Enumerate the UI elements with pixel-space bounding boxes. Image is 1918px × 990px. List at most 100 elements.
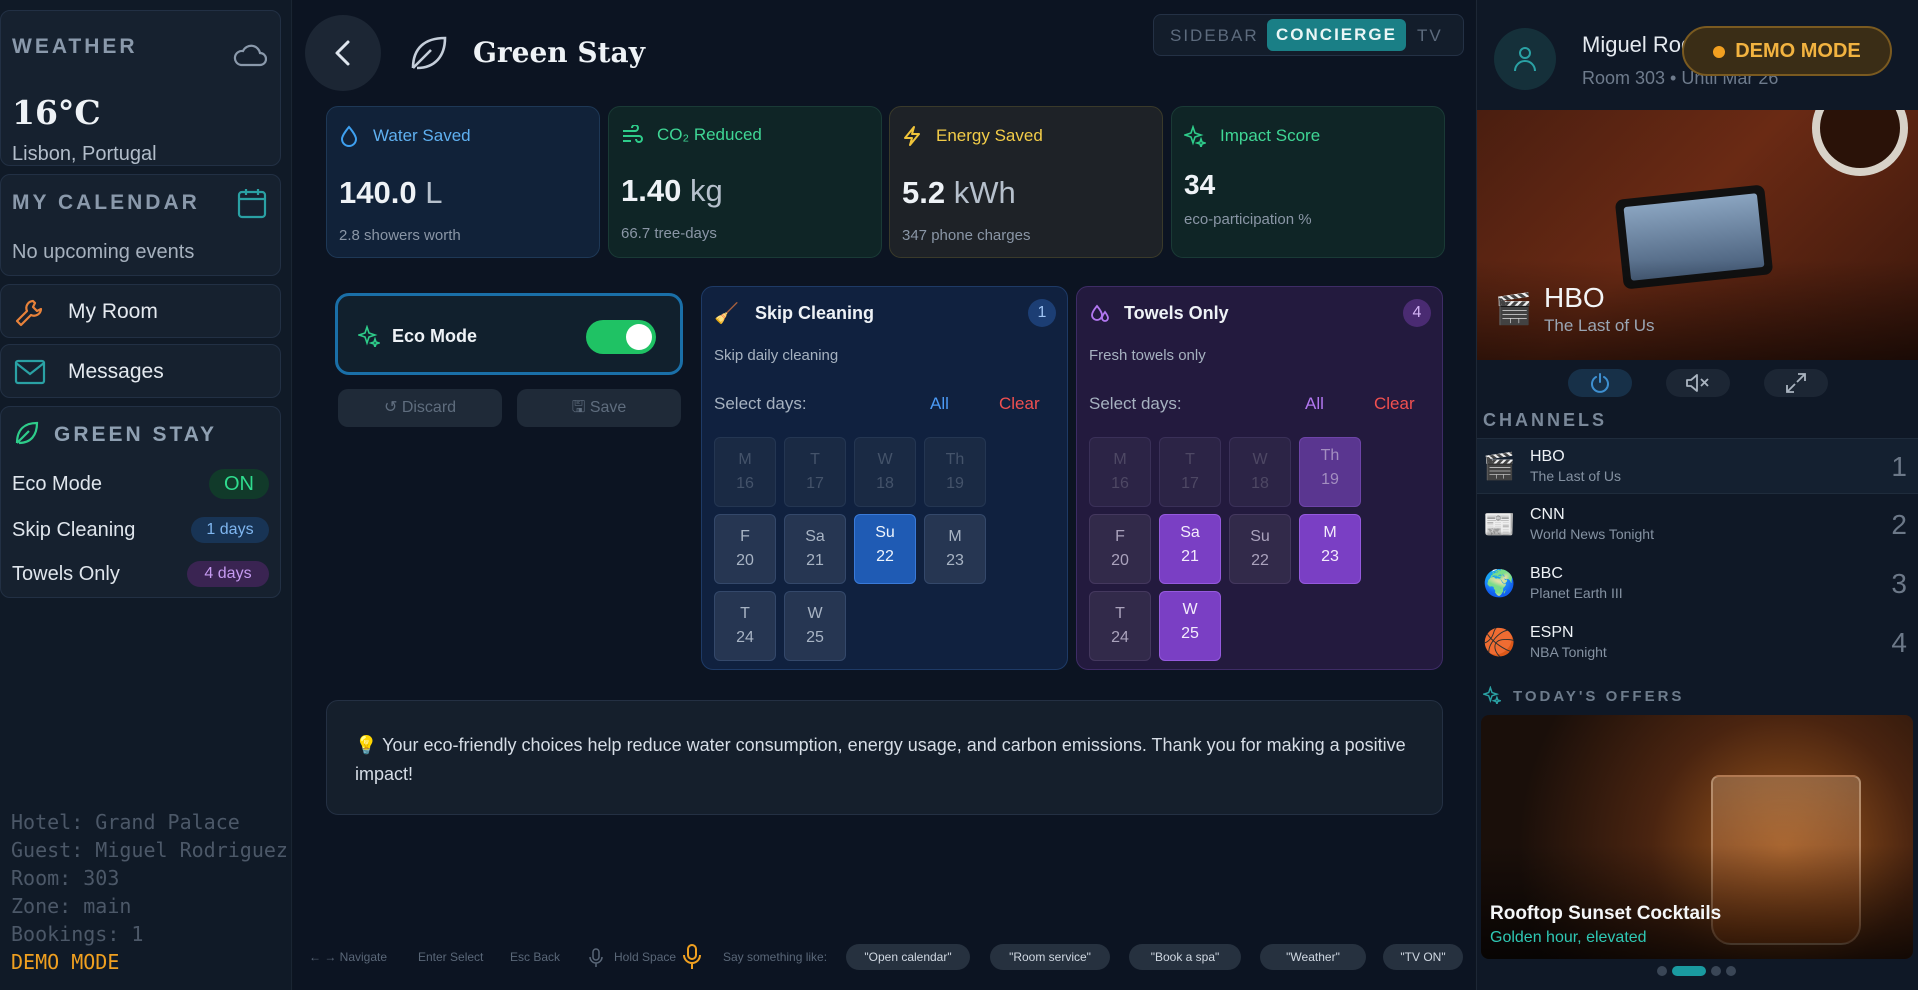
channel-show: World News Tonight <box>1530 526 1654 542</box>
tv-channel-name: HBO <box>1544 282 1605 313</box>
demo-mode-badge[interactable]: DEMO MODE <box>1682 26 1892 76</box>
discard-button[interactable]: ↺ Discard <box>338 389 502 427</box>
towels-day-22[interactable]: Su 22 <box>1229 514 1291 584</box>
day-label: Th <box>1320 447 1340 464</box>
channel-row-cnn[interactable]: 📰 CNN World News Tonight 2 <box>1477 497 1918 553</box>
day-number: 21 <box>1181 548 1199 565</box>
mute-button[interactable] <box>1666 369 1730 397</box>
skip-day-25[interactable]: W 25 <box>784 591 846 661</box>
back-hint: Esc Back <box>510 950 561 964</box>
towels-day-24[interactable]: T 24 <box>1089 591 1151 661</box>
carousel-dot[interactable] <box>1711 966 1721 976</box>
stat-co2-title: CO₂ Reduced <box>657 125 762 144</box>
day-number: 17 <box>1181 475 1199 492</box>
nav-my-room-label: My Room <box>68 300 158 323</box>
day-number: 16 <box>736 475 754 492</box>
day-label: Sa <box>805 528 825 545</box>
day-number: 16 <box>1111 475 1129 492</box>
carousel-dot-active[interactable] <box>1672 966 1706 976</box>
stat-water-title: Water Saved <box>373 126 471 145</box>
main-panel: Green Stay SIDEBAR CONCIERGE TV Water Sa… <box>293 0 1475 990</box>
channel-name: HBO <box>1530 448 1565 465</box>
skip-clear-button[interactable]: Clear <box>999 394 1040 414</box>
day-number: 22 <box>876 548 894 565</box>
voice-chip-tv[interactable]: "TV ON" <box>1383 944 1463 970</box>
skip-day-24[interactable]: T 24 <box>714 591 776 661</box>
towels-day-18: W 18 <box>1229 437 1291 507</box>
day-number: 24 <box>736 629 754 646</box>
user-icon <box>1514 47 1536 72</box>
towels-all-button[interactable]: All <box>1305 394 1324 414</box>
skip-all-button[interactable]: All <box>930 394 949 414</box>
channel-row-bbc[interactable]: 🌍 BBC Planet Earth III 3 <box>1477 556 1918 612</box>
carousel-dots[interactable] <box>1657 966 1757 976</box>
voice-chip-spa[interactable]: "Book a spa" <box>1129 944 1241 970</box>
tv-preview[interactable]: 🎬 HBO The Last of Us <box>1477 110 1918 360</box>
fullscreen-button[interactable] <box>1764 369 1828 397</box>
towels-clear-button[interactable]: Clear <box>1374 394 1415 414</box>
weather-card[interactable]: WEATHER 16°C Lisbon, Portugal <box>0 10 281 166</box>
nav-messages[interactable]: Messages <box>0 344 281 398</box>
stat-impact-value: 34 <box>1184 169 1216 200</box>
carousel-dot[interactable] <box>1657 966 1667 976</box>
towels-only-desc: Fresh towels only <box>1089 347 1206 364</box>
towels-day-23[interactable]: M 23 <box>1299 514 1361 584</box>
day-label: Sa <box>1180 524 1200 541</box>
day-number: 23 <box>1321 548 1339 565</box>
tab-concierge[interactable]: CONCIERGE <box>1267 19 1406 51</box>
voice-chip-room-service[interactable]: "Room service" <box>990 944 1110 970</box>
undo-icon: ↺ <box>383 399 398 416</box>
avatar[interactable] <box>1494 28 1556 90</box>
eco-mode-toggle[interactable] <box>586 320 656 354</box>
offer-card[interactable]: Rooftop Sunset Cocktails Golden hour, el… <box>1481 715 1913 959</box>
bolt-icon <box>904 126 920 146</box>
sparkles-icon <box>1184 125 1206 147</box>
skip-day-23[interactable]: M 23 <box>924 514 986 584</box>
skip-day-22[interactable]: Su 22 <box>854 514 916 584</box>
sidebar: WEATHER 16°C Lisbon, Portugal MY CALENDA… <box>0 0 292 990</box>
select-hint: Enter Select <box>418 950 484 964</box>
save-label: Save <box>589 399 627 416</box>
stat-co2-value: 1.40 <box>621 173 682 208</box>
skip-cleaning-title: Skip Cleaning <box>755 303 875 323</box>
stat-water-unit: L <box>425 175 443 210</box>
eco-mode-card[interactable]: Eco Mode <box>335 293 683 375</box>
green-eco-label: Eco Mode <box>12 473 103 495</box>
tab-tv[interactable]: TV <box>1417 26 1443 46</box>
voice-chip-calendar[interactable]: "Open calendar" <box>846 944 970 970</box>
towels-day-25[interactable]: W 25 <box>1159 591 1221 661</box>
weather-temp: 16°C <box>12 93 101 132</box>
towels-day-21[interactable]: Sa 21 <box>1159 514 1221 584</box>
skip-day-21[interactable]: Sa 21 <box>784 514 846 584</box>
tab-sidebar[interactable]: SIDEBAR <box>1170 26 1259 46</box>
channel-name: ESPN <box>1530 624 1574 641</box>
mute-icon <box>1686 374 1709 392</box>
stat-energy-value: 5.2 <box>902 175 946 210</box>
day-label: F <box>1115 528 1125 545</box>
skip-day-16: M 16 <box>714 437 776 507</box>
debug-line: Guest: Miguel Rodriguez <box>11 838 288 862</box>
channel-row-hbo[interactable]: 🎬 HBO The Last of Us 1 <box>1477 438 1918 494</box>
calendar-card[interactable]: MY CALENDAR No upcoming events <box>0 174 281 276</box>
back-button[interactable] <box>305 15 381 91</box>
towels-day-20[interactable]: F 20 <box>1089 514 1151 584</box>
voice-chip-weather[interactable]: "Weather" <box>1260 944 1366 970</box>
towels-only-card: Towels Only 4 Fresh towels only Select d… <box>1076 286 1443 670</box>
carousel-dot[interactable] <box>1726 966 1736 976</box>
stat-co2-unit: kg <box>689 173 723 208</box>
channel-row-espn[interactable]: 🏀 ESPN NBA Tonight 4 <box>1477 615 1918 671</box>
day-number: 24 <box>1111 629 1129 646</box>
green-stay-card[interactable]: GREEN STAY Eco Mode ON Skip Cleaning 1 d… <box>0 406 281 598</box>
day-number: 18 <box>1251 475 1269 492</box>
toggle-knob <box>626 324 652 350</box>
skip-day-20[interactable]: F 20 <box>714 514 776 584</box>
nav-my-room[interactable]: My Room <box>0 284 281 338</box>
day-label: Su <box>875 524 895 541</box>
save-button[interactable]: 🖫 Save <box>517 389 681 427</box>
stat-co2-sub: 66.7 tree-days <box>621 225 717 242</box>
tv-show-name: The Last of Us <box>1544 316 1655 335</box>
power-button[interactable] <box>1568 369 1632 397</box>
power-icon <box>1591 373 1609 393</box>
clapper-icon: 🎬 <box>1483 451 1516 481</box>
microphone-active-icon[interactable] <box>683 944 701 970</box>
